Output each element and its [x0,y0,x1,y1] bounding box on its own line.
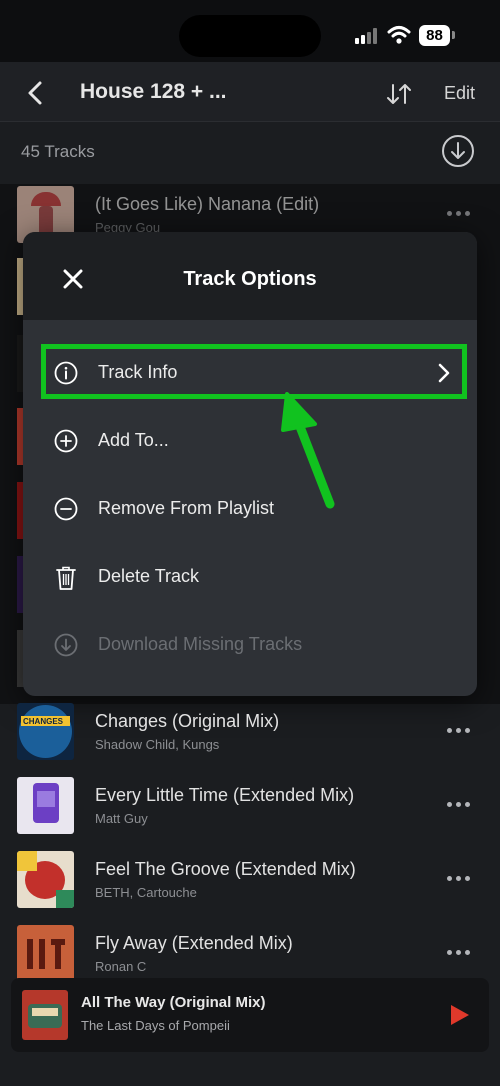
highlight-box [41,344,467,399]
back-chevron-icon[interactable] [22,80,48,106]
option-label: Add To... [98,430,169,450]
screen: 88 House 128 + ... Edit 45 Tracks (It Go… [0,0,500,1086]
battery-tip [452,31,455,39]
minus-circle-icon [54,497,78,521]
add-to-option[interactable]: Add To... [41,413,465,469]
battery-level: 88 [419,25,450,46]
more-options-icon[interactable] [447,950,471,956]
option-label: Download Missing Tracks [98,634,303,654]
dynamic-island [179,15,321,57]
track-count: 45 Tracks [21,142,95,161]
plus-circle-icon [54,429,78,453]
track-artist: Matt Guy [95,811,148,826]
track-artist: Ronan C [95,959,147,974]
edit-button[interactable]: Edit [444,83,475,104]
modal-header: Track Options [23,232,477,320]
more-options-icon[interactable] [447,728,471,734]
playlist-subheader: 45 Tracks [0,122,500,182]
more-options-icon[interactable] [447,876,471,882]
album-art [17,777,74,834]
track-row[interactable]: Feel The Groove (Extended Mix) BETH, Car… [0,851,500,925]
remove-from-playlist-option[interactable]: Remove From Playlist [41,481,465,537]
page-title: House 128 + ... [80,80,227,103]
album-art: CHANGES [17,703,74,760]
wifi-icon [387,26,411,44]
cellular-signal-icon [355,28,379,44]
track-title: Changes (Original Mix) [95,711,280,731]
track-artist: BETH, Cartouche [95,885,197,900]
sort-icon[interactable] [386,82,412,106]
play-icon[interactable] [449,1003,471,1027]
annotation-arrow-icon [281,392,335,509]
track-artist: Shadow Child, Kungs [95,737,220,752]
track-row[interactable]: CHANGES Changes (Original Mix) Shadow Ch… [0,703,500,777]
now-playing-title: All The Way (Original Mix) [81,994,266,1011]
track-title: Every Little Time (Extended Mix) [95,785,355,805]
track-options-modal: Track Options Track Info Add To... Remov… [23,232,477,696]
track-row[interactable]: Every Little Time (Extended Mix) Matt Gu… [0,777,500,851]
album-art [17,851,74,908]
nav-bar: House 128 + ... Edit [0,62,500,122]
modal-title: Track Options [183,268,317,290]
art-text: CHANGES [23,717,64,726]
option-label: Delete Track [98,566,200,586]
album-art [22,990,68,1040]
now-playing-artist: The Last Days of Pompeii [81,1018,230,1033]
delete-track-option[interactable]: Delete Track [41,549,465,605]
download-playlist-icon[interactable] [441,134,475,168]
more-options-icon[interactable] [447,802,471,808]
download-circle-icon [54,633,78,657]
album-art [17,925,74,982]
download-missing-tracks-option: Download Missing Tracks [41,617,465,673]
trash-icon [56,566,76,590]
track-title: Feel The Groove (Extended Mix) [95,859,356,879]
status-bar: 88 [0,0,500,62]
track-title: Fly Away (Extended Mix) [95,933,293,953]
option-label: Remove From Playlist [98,498,275,518]
mini-player[interactable]: All The Way (Original Mix) The Last Days… [11,978,489,1052]
